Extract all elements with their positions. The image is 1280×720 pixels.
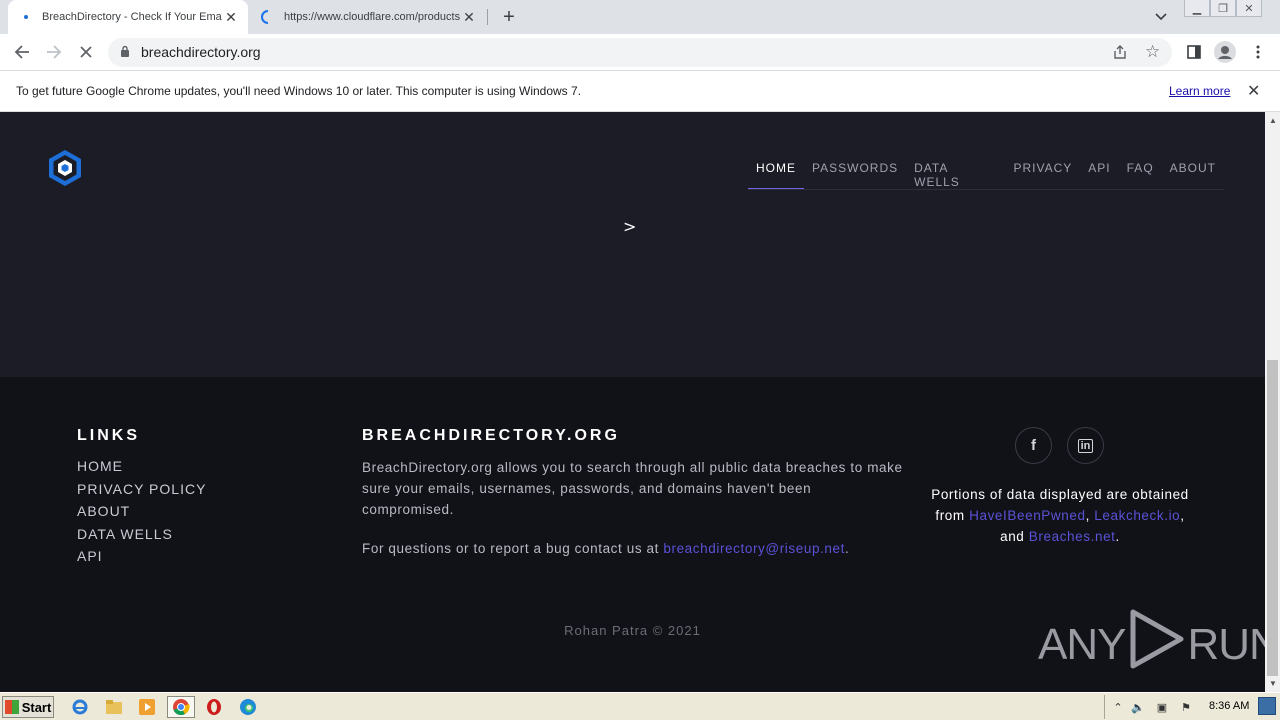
- scrollbar-thumb[interactable]: [1267, 360, 1278, 676]
- nav-data-wells[interactable]: DATA WELLS: [906, 158, 1005, 189]
- tab-title: https://www.cloudflare.com/products/tunn…: [284, 11, 460, 23]
- footer-link-home[interactable]: HOME: [77, 458, 206, 481]
- tab-cloudflare[interactable]: https://www.cloudflare.com/products/tunn…: [250, 0, 486, 34]
- nav-api[interactable]: API: [1080, 158, 1118, 189]
- footer-links: HOME PRIVACY POLICY ABOUT DATA WELLS API: [77, 458, 206, 571]
- opera-icon[interactable]: [202, 696, 226, 718]
- loading-spinner-icon: [260, 9, 276, 25]
- show-desktop-button[interactable]: [1258, 697, 1276, 715]
- play-triangle-icon: [1127, 609, 1185, 680]
- sources-sep-1: ,: [1085, 508, 1095, 523]
- data-sources-text: Portions of data displayed are obtained …: [925, 484, 1195, 547]
- file-explorer-icon[interactable]: [102, 696, 126, 718]
- url-text[interactable]: breachdirectory.org: [141, 44, 261, 60]
- site-logo-icon[interactable]: [47, 149, 83, 192]
- footer-link-about[interactable]: ABOUT: [77, 503, 206, 526]
- linkedin-button[interactable]: in: [1067, 427, 1104, 464]
- contact-email-link[interactable]: breachdirectory@riseup.net: [663, 541, 845, 556]
- tab-close-icon[interactable]: ✕: [460, 8, 478, 26]
- main-nav: HOME PASSWORDS DATA WELLS PRIVACY API FA…: [748, 158, 1224, 190]
- nav-faq[interactable]: FAQ: [1119, 158, 1162, 189]
- breachdirectory-favicon-icon: [18, 9, 34, 25]
- taskbar-clock[interactable]: 8:36 AM: [1209, 700, 1249, 712]
- watermark-right: RUN: [1187, 619, 1265, 669]
- window-controls: ▁ ❐ ✕: [1184, 0, 1262, 18]
- footer-link-privacy-policy[interactable]: PRIVACY POLICY: [77, 481, 206, 504]
- watermark-left: ANY: [1038, 619, 1126, 669]
- nav-home[interactable]: HOME: [748, 158, 804, 189]
- system-tray: ⌃ 🔈 ▣ ⚑ 8:36 AM: [1104, 695, 1254, 719]
- footer-link-api[interactable]: API: [77, 548, 206, 571]
- close-window-button[interactable]: ✕: [1236, 0, 1262, 17]
- haveibeenpwned-link[interactable]: HaveIBeenPwned: [969, 508, 1085, 523]
- site-footer: LINKS HOME PRIVACY POLICY ABOUT DATA WEL…: [0, 377, 1265, 692]
- leakcheck-link[interactable]: Leakcheck.io: [1094, 508, 1180, 523]
- hero-section: HOME PASSWORDS DATA WELLS PRIVACY API FA…: [0, 112, 1265, 377]
- contact-suffix: .: [845, 541, 850, 556]
- nav-about[interactable]: ABOUT: [1162, 158, 1224, 189]
- minimize-button[interactable]: ▁: [1184, 0, 1210, 17]
- anyrun-watermark: ANY RUN: [1038, 609, 1265, 680]
- tab-close-icon[interactable]: ✕: [222, 8, 240, 26]
- tab-divider: [487, 9, 488, 25]
- tab-title: BreachDirectory - Check If Your Email or…: [42, 11, 222, 23]
- media-player-icon[interactable]: [135, 696, 159, 718]
- hero-chevron-mark: >: [623, 217, 637, 236]
- learn-more-link[interactable]: Learn more: [1169, 84, 1230, 98]
- close-infobar-icon[interactable]: ✕: [1247, 81, 1260, 101]
- breaches-net-link[interactable]: Breaches.net: [1029, 529, 1116, 544]
- start-button[interactable]: Start: [2, 696, 54, 718]
- stop-loading-button[interactable]: [74, 40, 98, 64]
- scroll-up-arrow-icon[interactable]: ▲: [1269, 116, 1277, 125]
- windows-logo-icon: [4, 700, 19, 714]
- update-infobar: To get future Google Chrome updates, you…: [0, 71, 1280, 112]
- start-label: Start: [21, 699, 52, 715]
- tab-breachdirectory[interactable]: BreachDirectory - Check If Your Email or…: [8, 0, 248, 34]
- links-heading: LINKS: [77, 427, 140, 444]
- share-icon[interactable]: [1112, 44, 1128, 65]
- footer-link-data-wells[interactable]: DATA WELLS: [77, 526, 206, 549]
- restore-button[interactable]: ❐: [1210, 0, 1236, 17]
- web-page: HOME PASSWORDS DATA WELLS PRIVACY API FA…: [0, 112, 1265, 692]
- contact-prefix: For questions or to report a bug contact…: [362, 541, 664, 556]
- contact-text: For questions or to report a bug contact…: [362, 541, 922, 556]
- chrome-taskbar-icon[interactable]: [167, 696, 195, 718]
- side-panel-icon[interactable]: [1182, 40, 1206, 64]
- bookmark-star-icon[interactable]: ☆: [1145, 42, 1160, 62]
- volume-icon[interactable]: 🔈: [1131, 700, 1145, 714]
- scroll-down-arrow-icon[interactable]: ▼: [1269, 679, 1277, 688]
- infobar-message: To get future Google Chrome updates, you…: [16, 84, 582, 98]
- forward-button[interactable]: [42, 40, 66, 64]
- browser-toolbar: breachdirectory.org ☆: [0, 34, 1280, 71]
- about-text: BreachDirectory.org allows you to search…: [362, 460, 903, 517]
- sources-suffix: .: [1115, 529, 1120, 544]
- action-center-flag-icon[interactable]: ⚑: [1179, 700, 1193, 714]
- profile-avatar-icon[interactable]: [1213, 40, 1237, 64]
- brand-heading: BREACHDIRECTORY.ORG: [362, 427, 620, 444]
- lock-icon[interactable]: [120, 45, 130, 63]
- internet-explorer-icon[interactable]: [68, 696, 92, 718]
- facebook-button[interactable]: f: [1015, 427, 1052, 464]
- tab-search-chevron-icon[interactable]: [1151, 8, 1171, 26]
- address-bar[interactable]: breachdirectory.org ☆: [108, 38, 1172, 67]
- nav-privacy[interactable]: PRIVACY: [1006, 158, 1081, 189]
- page-scrollbar[interactable]: ▲ ▼: [1265, 112, 1280, 692]
- back-button[interactable]: [10, 40, 34, 64]
- network-icon[interactable]: ▣: [1155, 700, 1169, 714]
- edge-icon[interactable]: [236, 696, 260, 718]
- chrome-menu-icon[interactable]: [1246, 40, 1270, 64]
- tray-expand-icon[interactable]: ⌃: [1111, 700, 1125, 714]
- linkedin-icon: in: [1077, 438, 1094, 453]
- nav-passwords[interactable]: PASSWORDS: [804, 158, 906, 189]
- facebook-icon: f: [1031, 437, 1036, 454]
- windows-taskbar: Start ⌃ 🔈 ▣ ⚑ 8:36 AM: [0, 692, 1280, 720]
- new-tab-button[interactable]: +: [498, 6, 520, 28]
- tab-strip: BreachDirectory - Check If Your Email or…: [0, 0, 1280, 34]
